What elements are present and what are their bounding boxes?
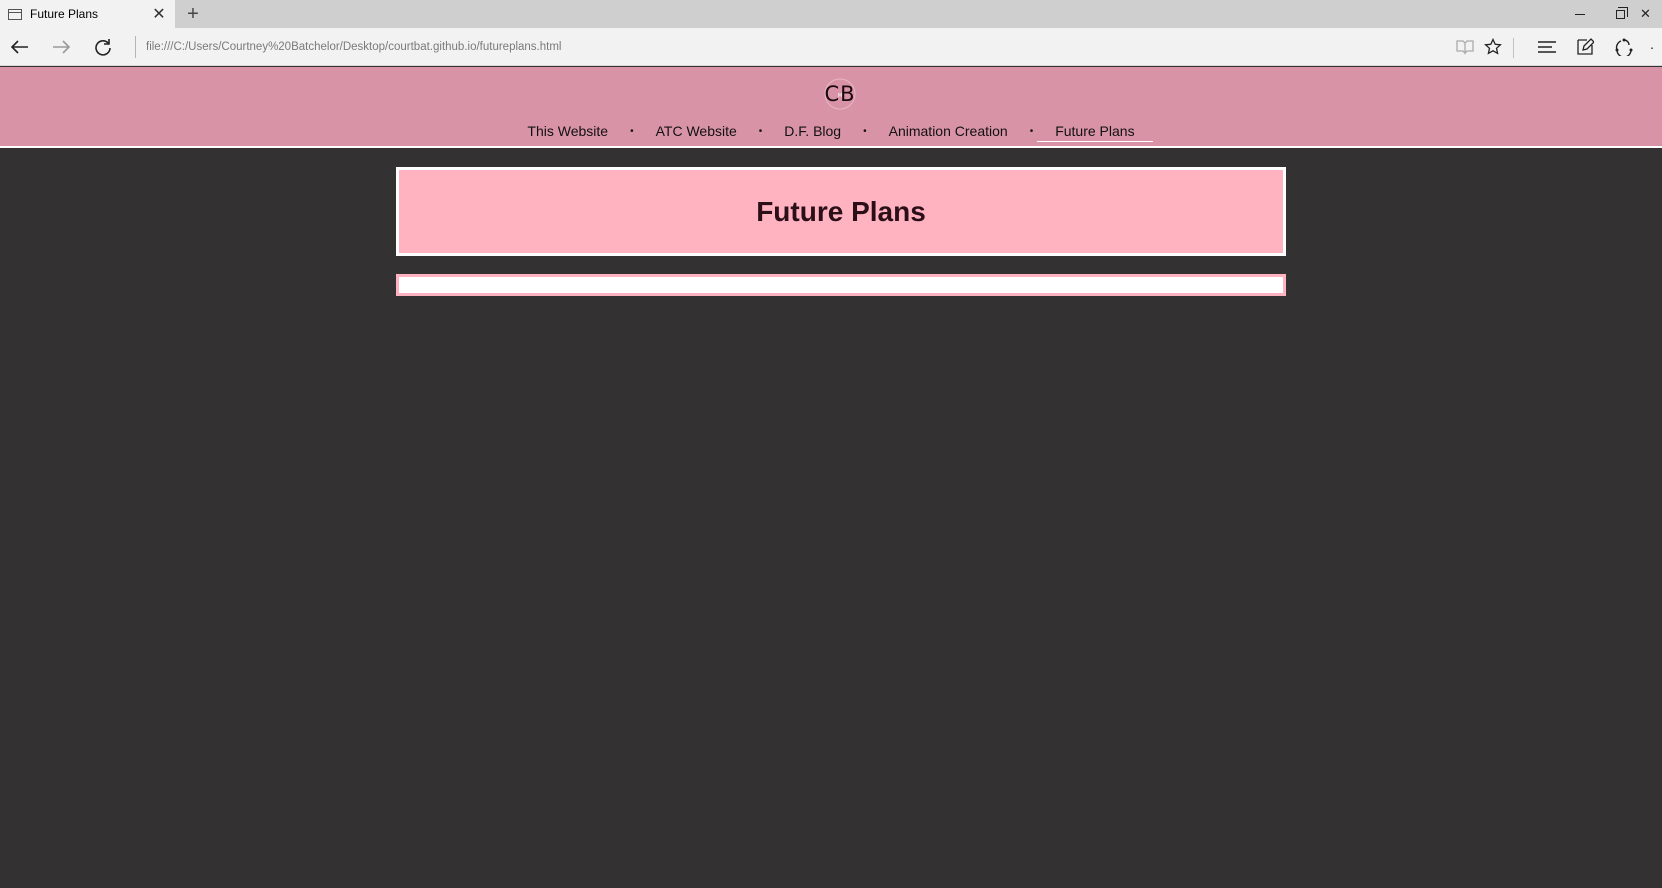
nav-separator: •	[758, 125, 763, 137]
web-note-button[interactable]	[1570, 33, 1600, 61]
tab-title: Future Plans	[30, 7, 99, 21]
url-input[interactable]: file:///C:/Users/Courtney%20Batchelor/De…	[146, 37, 1246, 57]
nav-separator: •	[630, 125, 634, 137]
close-window-button[interactable]: ✕	[1640, 0, 1662, 28]
share-icon	[1615, 38, 1633, 56]
hub-button[interactable]	[1532, 33, 1562, 61]
new-tab-icon[interactable]: +	[181, 2, 205, 26]
page-icon	[8, 8, 22, 20]
forward-arrow-icon	[53, 40, 71, 54]
main-nav: This Website • ATC Website • D.F. Blog •…	[0, 119, 1662, 143]
forward-button[interactable]	[46, 33, 76, 61]
star-icon	[1484, 38, 1502, 55]
svg-text:M: M	[838, 93, 842, 99]
back-button[interactable]	[5, 33, 35, 61]
browser-tab-bar: Future Plans ✕ + ✕	[0, 0, 1662, 28]
page-title-box: Future Plans	[396, 167, 1286, 256]
logo-icon: CB M	[824, 78, 856, 110]
nav-df-blog[interactable]: D.F. Blog	[766, 121, 859, 141]
restore-button[interactable]	[1600, 0, 1640, 28]
content-box	[396, 274, 1286, 296]
nav-animation-creation[interactable]: Animation Creation	[871, 121, 1026, 141]
nav-separator: •	[1029, 125, 1034, 137]
close-tab-icon[interactable]: ✕	[149, 4, 169, 24]
hub-icon	[1538, 41, 1556, 53]
reading-view-button[interactable]	[1450, 33, 1480, 61]
minimize-button[interactable]	[1560, 0, 1600, 28]
nav-future-plans[interactable]: Future Plans	[1037, 121, 1153, 142]
site-header: CB M This Website • ATC Website • D.F. B…	[0, 67, 1662, 148]
close-window-icon: ✕	[1640, 6, 1651, 21]
more-icon: ·	[1649, 39, 1655, 55]
browser-tab[interactable]: Future Plans ✕	[0, 0, 175, 28]
nav-this-website[interactable]: This Website	[509, 121, 626, 141]
reading-view-icon	[1456, 40, 1474, 55]
share-button[interactable]	[1609, 33, 1639, 61]
back-arrow-icon	[10, 40, 28, 54]
more-button[interactable]: ·	[1642, 33, 1662, 61]
favorite-button[interactable]	[1478, 33, 1508, 61]
nav-atc-website[interactable]: ATC Website	[638, 121, 755, 141]
web-note-icon	[1577, 38, 1594, 55]
url-divider	[135, 36, 136, 58]
nav-separator: •	[863, 125, 867, 137]
page-title: Future Plans	[756, 195, 926, 227]
refresh-button[interactable]	[88, 33, 118, 61]
minimize-icon	[1575, 13, 1585, 15]
browser-address-bar: file:///C:/Users/Courtney%20Batchelor/De…	[0, 28, 1662, 66]
refresh-icon	[95, 39, 111, 56]
toolbar-divider	[1513, 38, 1514, 58]
restore-icon	[1615, 6, 1628, 19]
site-logo[interactable]: CB M	[824, 78, 856, 110]
